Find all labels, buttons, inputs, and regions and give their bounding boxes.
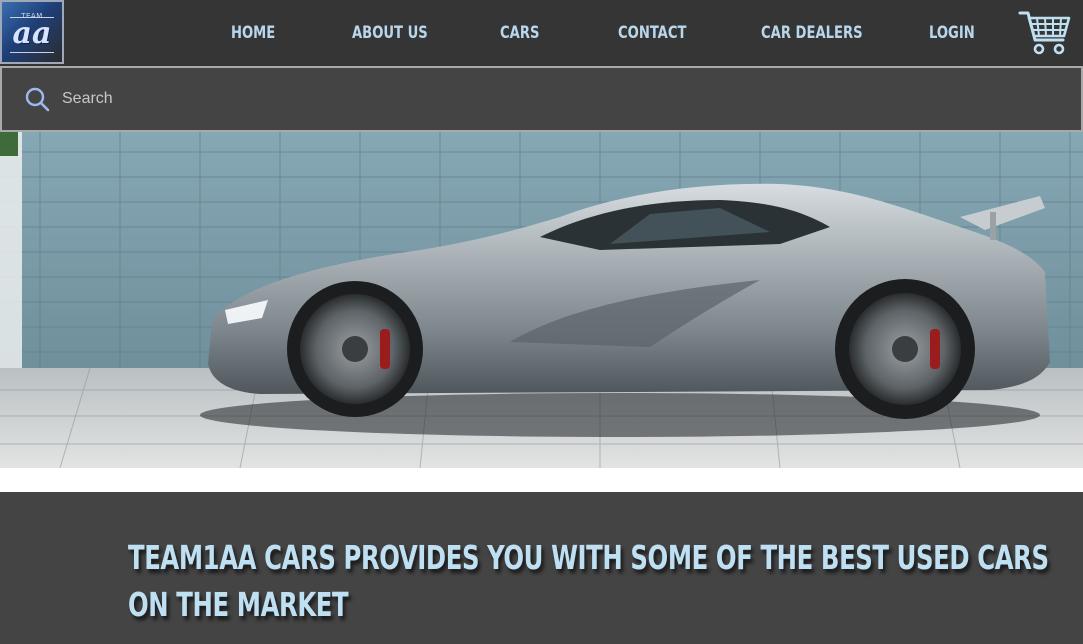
nav-link-about-us[interactable]: ABOUT US (352, 22, 428, 44)
team-aa-logo[interactable]: TEAM aa (0, 0, 64, 64)
section-spacer (0, 468, 1083, 492)
top-navigation-bar: TEAM aa HOME ABOUT US CARS CONTACT CAR D… (0, 0, 1083, 66)
search-bar (0, 66, 1083, 132)
nav-link-cars[interactable]: CARS (500, 22, 539, 44)
nav-link-home[interactable]: HOME (231, 22, 275, 44)
promo-headline: TEAM1AA CARS PROVIDES YOU WITH SOME OF T… (128, 538, 1049, 624)
hero-car-image (0, 132, 1083, 468)
search-icon[interactable] (24, 86, 50, 112)
nav-link-car-dealers[interactable]: CAR DEALERS (761, 22, 863, 44)
shopping-cart-icon[interactable] (1018, 8, 1072, 56)
silver-sports-car-photo (0, 132, 1083, 468)
nav-link-contact[interactable]: CONTACT (618, 22, 686, 44)
nav-link-login[interactable]: LOGIN (929, 22, 975, 44)
promo-section: TEAM1AA CARS PROVIDES YOU WITH SOME OF T… (0, 492, 1083, 644)
logo-main-text: aa (12, 16, 52, 51)
logo-rule (10, 52, 54, 53)
search-input[interactable] (62, 82, 1042, 116)
